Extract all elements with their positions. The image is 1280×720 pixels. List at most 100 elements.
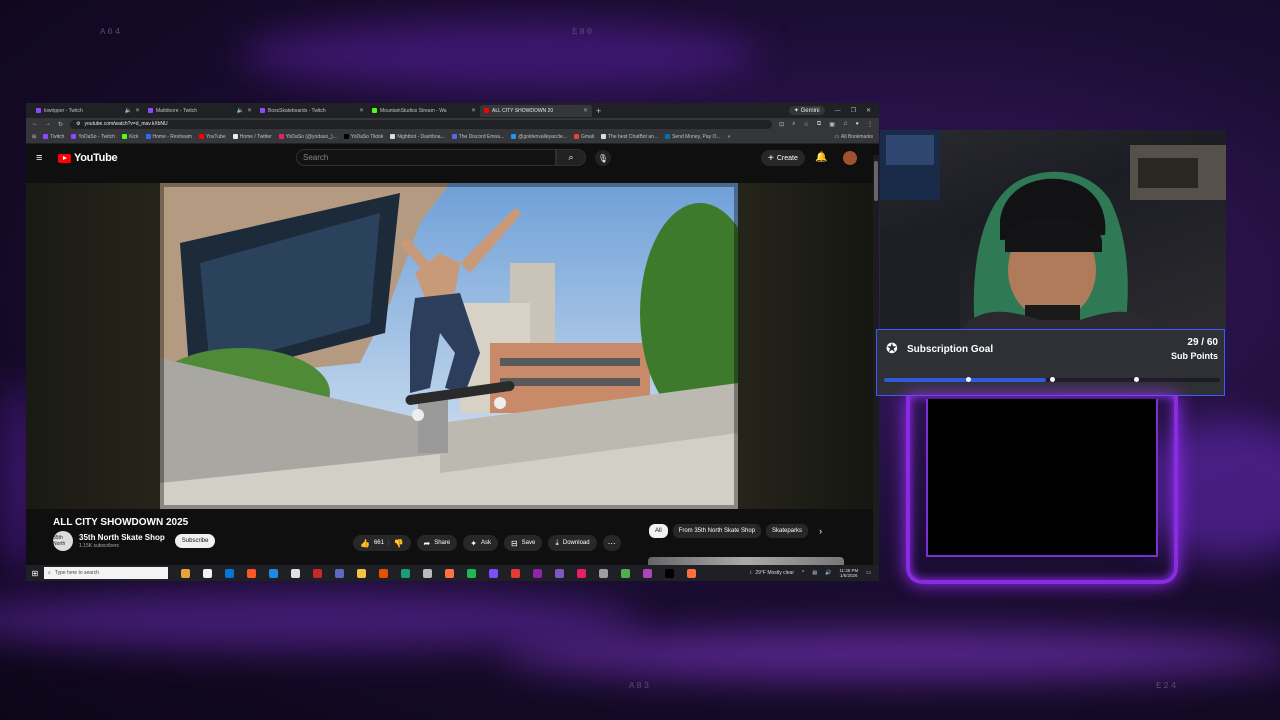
- maximize-icon[interactable]: ❐: [851, 107, 856, 114]
- chevron-right-icon[interactable]: ›: [819, 526, 822, 536]
- more-actions-button[interactable]: ⋯: [602, 535, 621, 551]
- chip-from-channel[interactable]: From 35th North Skate Shop: [672, 524, 762, 538]
- taskbar-app-icon[interactable]: [372, 565, 394, 581]
- taskbar-clock[interactable]: 11:38 PM 1/5/2026: [839, 568, 858, 578]
- minimize-icon[interactable]: —: [835, 108, 841, 114]
- voice-search-button[interactable]: 🎙: [595, 150, 611, 166]
- channel-name[interactable]: 35th North Skate Shop: [79, 533, 165, 542]
- tray-chevron-icon[interactable]: ^: [802, 570, 804, 576]
- close-icon[interactable]: ✕: [583, 107, 588, 114]
- taskbar-app-icon[interactable]: [570, 565, 592, 581]
- download-button[interactable]: ⤓ Download: [548, 535, 597, 551]
- bookmark-item[interactable]: YoDaSo (@yodaso_)...: [278, 134, 337, 140]
- recommended-video-thumbnail[interactable]: [648, 557, 844, 565]
- close-icon[interactable]: ✕: [135, 107, 140, 114]
- search-button[interactable]: ⌕: [556, 149, 586, 166]
- bookmark-item[interactable]: Kick: [122, 134, 139, 140]
- scrollbar-thumb[interactable]: [874, 161, 878, 201]
- bookmark-item[interactable]: YouTube: [198, 134, 226, 140]
- taskbar-app-icon[interactable]: [504, 565, 526, 581]
- video-player[interactable]: [160, 183, 738, 509]
- browser-tab-active[interactable]: ALL CITY SHOWDOWN 20 ✕: [480, 104, 592, 117]
- gemini-button[interactable]: ✦ Gemini: [788, 106, 825, 115]
- youtube-logo[interactable]: YouTube: [58, 152, 118, 164]
- bookmark-item[interactable]: Send Money, Pay O...: [665, 134, 721, 140]
- taskbar-app-icon[interactable]: [482, 565, 504, 581]
- install-icon[interactable]: ⊡: [779, 121, 784, 128]
- share-button[interactable]: ➦ Share: [416, 535, 458, 551]
- bookmark-item[interactable]: Home / Twitter: [232, 134, 272, 140]
- taskbar-app-icon[interactable]: [460, 565, 482, 581]
- network-icon[interactable]: ▤: [812, 570, 817, 576]
- browser-tab[interactable]: MountainStudios Stream - Wa ✕: [368, 105, 480, 117]
- chip-skateparks[interactable]: Skateparks: [766, 524, 809, 538]
- thumbs-down-icon[interactable]: 👎: [394, 539, 404, 548]
- close-window-icon[interactable]: ✕: [866, 107, 871, 114]
- windows-start-icon[interactable]: ⊞: [26, 569, 44, 578]
- notifications-icon[interactable]: ▭: [866, 570, 871, 576]
- taskbar-app-icon[interactable]: [658, 565, 680, 581]
- taskbar-app-icon[interactable]: [174, 565, 196, 581]
- site-info-icon[interactable]: ⚙: [76, 121, 80, 127]
- taskbar-app-icon[interactable]: [526, 565, 548, 581]
- more-bookmarks-icon[interactable]: »: [728, 134, 731, 140]
- apps-grid-icon[interactable]: ⊞: [32, 134, 36, 140]
- bookmark-star-icon[interactable]: ☆: [804, 121, 809, 128]
- taskbar-app-icon[interactable]: [262, 565, 284, 581]
- close-icon[interactable]: ✕: [471, 107, 476, 114]
- subscribe-button[interactable]: Subscribe: [174, 534, 216, 548]
- browser-tab[interactable]: BossSkateboards - Twitch ✕: [256, 105, 368, 117]
- chip-all[interactable]: All: [649, 524, 668, 538]
- taskbar-app-icon[interactable]: [416, 565, 438, 581]
- media-icon[interactable]: ♫: [843, 121, 848, 128]
- taskbar-app-icon[interactable]: [394, 565, 416, 581]
- mute-icon[interactable]: 🔈: [124, 107, 131, 114]
- taskbar-search-input[interactable]: ⌕ Type here to search: [44, 567, 168, 579]
- weather-widget[interactable]: ☾ 29°F Mostly clear: [749, 570, 794, 576]
- taskbar-app-icon[interactable]: [240, 565, 262, 581]
- taskbar-app-icon[interactable]: [548, 565, 570, 581]
- save-button[interactable]: ⊟ Save: [503, 535, 543, 551]
- url-field[interactable]: ⚙ youtube.com/watch?v=d_mav.kXbNU: [70, 119, 773, 129]
- volume-icon[interactable]: 🔊: [825, 570, 831, 576]
- close-icon[interactable]: ✕: [247, 107, 252, 114]
- notifications-bell-icon[interactable]: 🔔: [815, 152, 827, 163]
- taskbar-app-icon[interactable]: [592, 565, 614, 581]
- create-button[interactable]: + Create: [761, 150, 805, 166]
- browser-tab[interactable]: lowripper - Twitch 🔈 ✕: [32, 105, 144, 117]
- taskbar-app-icon[interactable]: [438, 565, 460, 581]
- bookmark-item[interactable]: @goldenvalleyaccle...: [511, 134, 567, 140]
- taskbar-app-icon[interactable]: [636, 565, 658, 581]
- like-button[interactable]: 👍 661 | 👎: [353, 535, 411, 551]
- bookmark-item[interactable]: YoDaSo - Twitch: [71, 134, 115, 140]
- bookmark-item[interactable]: Home - Restream: [145, 134, 192, 140]
- bookmark-item[interactable]: The best ChatBot an...: [601, 134, 658, 140]
- extensions-icon[interactable]: ⧉: [817, 121, 821, 128]
- hamburger-menu-icon[interactable]: ≡: [36, 152, 50, 164]
- all-bookmarks-folder[interactable]: ▭ All Bookmarks: [834, 134, 873, 140]
- taskbar-app-icon[interactable]: [350, 565, 372, 581]
- more-menu-icon[interactable]: ⋮: [867, 121, 873, 128]
- bookmark-item[interactable]: YoDaSo Tiktok: [343, 134, 383, 140]
- taskbar-app-icon[interactable]: [306, 565, 328, 581]
- taskbar-app-icon[interactable]: [614, 565, 636, 581]
- close-icon[interactable]: ✕: [359, 107, 364, 114]
- bookmark-item[interactable]: Twitch: [43, 134, 64, 140]
- bookmark-item[interactable]: Nightbot - Dashboa...: [390, 134, 445, 140]
- taskbar-app-icon[interactable]: [680, 565, 702, 581]
- channel-avatar[interactable]: 35th North: [53, 531, 73, 551]
- taskbar-app-icon[interactable]: [284, 565, 306, 581]
- avatar[interactable]: [843, 151, 857, 165]
- new-tab-icon[interactable]: +: [596, 106, 601, 116]
- bookmark-item[interactable]: The Discord Emoa...: [451, 134, 504, 140]
- search-input[interactable]: Search: [296, 149, 556, 166]
- taskbar-app-icon[interactable]: [196, 565, 218, 581]
- browser-tab[interactable]: Mattdoore - Twitch 🔈 ✕: [144, 105, 256, 117]
- sidepanel-icon[interactable]: ▣: [829, 121, 835, 128]
- profile-icon[interactable]: ●: [855, 121, 859, 128]
- zoom-icon[interactable]: ⌕: [792, 121, 795, 128]
- bookmark-item[interactable]: Gmail: [573, 134, 594, 140]
- forward-icon[interactable]: →: [45, 121, 51, 127]
- back-icon[interactable]: ←: [32, 121, 38, 127]
- taskbar-app-icon[interactable]: [328, 565, 350, 581]
